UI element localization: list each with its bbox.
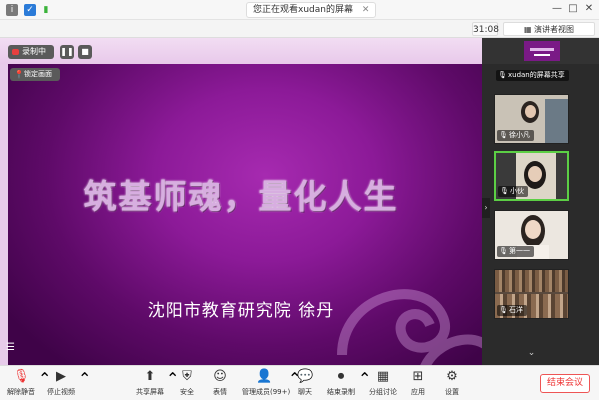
participant-name: 徐小凡 [509, 131, 530, 139]
mic-muted-icon: 🎙 [499, 247, 508, 255]
meeting-toolbar: 🎙 解除静音 ⌃ ▶ 停止视频 ⌃ ⬆ 共享屏幕 ⌃ ⛨ 安全 ☺ 表情 👤 管… [0, 365, 599, 400]
gear-icon: ⚙ [446, 369, 458, 384]
participant-name-label: 🎙 xudan的屏幕共享 [496, 70, 569, 81]
participant-tile[interactable]: 🎙 徐小凡 [494, 94, 569, 144]
maximize-icon[interactable]: □ [566, 3, 580, 14]
share-screen-button[interactable]: ⬆ 共享屏幕 [132, 369, 168, 399]
breakout-rooms-button[interactable]: ▦ 分组讨论 [366, 369, 400, 399]
settings-label: 设置 [445, 388, 459, 396]
scroll-down-icon[interactable]: ⌄ [494, 348, 569, 362]
participant-tile-active[interactable]: 🎙 小伙 [494, 151, 569, 201]
mic-muted-icon: 🎙 [498, 71, 507, 79]
pause-recording-button[interactable]: ❚❚ [60, 45, 74, 59]
participants-icon: 👤 [256, 369, 273, 384]
participant-name: xudan的屏幕共享 [508, 71, 565, 79]
signal-icon[interactable]: ▮ [40, 4, 52, 16]
security-label: 安全 [180, 388, 194, 396]
participants-label: 管理成员(99+) [242, 388, 291, 396]
chat-icon: 💬 [297, 369, 314, 384]
end-meeting-button[interactable]: 结束会议 [540, 374, 590, 393]
chat-label: 聊天 [298, 388, 312, 396]
slide-title: 筑基师魂，量化人生 [83, 177, 399, 216]
recording-indicator[interactable]: 录制中 [8, 45, 54, 59]
lock-screen-label: 锁定画面 [24, 70, 52, 78]
participant-name-label: 🎙 小伙 [498, 186, 528, 197]
shared-screen: 录制中 ❚❚ ■ 📍 锁定画面 筑基师魂，量化人生 沈阳市教育研究院 徐丹 ☰ [0, 38, 482, 365]
bookshelf-background [495, 270, 568, 292]
participant-name: 小伙 [510, 187, 524, 195]
participant-name-label: 🎙 石洋 [497, 305, 527, 316]
recording-cloud-icon [12, 49, 19, 55]
apps-button[interactable]: ⊞ 应用 [406, 369, 430, 399]
info-icon[interactable]: i [6, 4, 18, 16]
close-window-icon[interactable]: ✕ [582, 3, 596, 14]
participant-tile[interactable]: 🎙 xudan的屏幕共享 [494, 66, 569, 82]
video-options-chevron-icon[interactable]: ⌃ [78, 369, 91, 388]
participant-face [525, 105, 536, 118]
participants-button[interactable]: 👤 管理成员(99+) [242, 369, 291, 399]
pin-icon: 📍 [14, 70, 24, 79]
screen-share-thumbnail [524, 41, 560, 61]
apps-icon: ⊞ [412, 369, 424, 384]
participant-name: 石洋 [509, 306, 523, 314]
stop-recording-label: 结束录制 [327, 388, 355, 396]
participant-face [525, 220, 541, 239]
collapse-gallery-icon[interactable]: › [482, 198, 490, 218]
participant-tile[interactable]: 🎙 第一一 [494, 210, 569, 260]
speaker-view-label: 演讲者视图 [534, 25, 575, 34]
mic-muted-icon: 🎙 [499, 306, 508, 314]
apps-label: 应用 [411, 388, 425, 396]
speaker-view-button[interactable]: ▦ 演讲者视图 [503, 22, 595, 36]
slide-subtitle: 沈阳市教育研究院 徐丹 [147, 301, 335, 321]
unmute-label: 解除静音 [7, 388, 35, 396]
stop-video-label: 停止视频 [47, 388, 75, 396]
stop-recording-toolbar-button[interactable]: ⏺ 结束录制 [324, 369, 358, 399]
share-screen-label: 共享屏幕 [136, 388, 164, 396]
breakout-rooms-icon: ▦ [376, 369, 390, 384]
meeting-subbar: 31:08 ▦ 演讲者视图 [0, 20, 599, 38]
reactions-icon: ☺ [213, 369, 227, 384]
background-object [545, 99, 568, 143]
slide-panel-toggle-icon[interactable]: ☰ [6, 342, 22, 358]
close-share-title-icon[interactable]: ✕ [362, 5, 370, 15]
window-titlebar: i ✓ ▮ 您正在观看xudan的屏幕 ✕ — □ ✕ [0, 0, 599, 20]
participant-name-label: 🎙 第一一 [497, 246, 534, 257]
minimize-icon[interactable]: — [550, 3, 564, 14]
grid-icon: ▦ [523, 25, 535, 34]
gallery-top-bar [482, 38, 599, 64]
settings-button[interactable]: ⚙ 设置 [440, 369, 464, 399]
video-camera-icon: ▶ [56, 369, 66, 384]
breakout-rooms-label: 分组讨论 [369, 388, 397, 396]
unmute-button[interactable]: 🎙 解除静音 [4, 369, 38, 399]
participant-name: 第一一 [509, 247, 530, 255]
mic-muted-icon: 🎙 [500, 187, 509, 195]
lock-screen-button[interactable]: 📍 锁定画面 [10, 68, 60, 81]
participant-gallery: › 🎙 xudan的屏幕共享 🎙 徐小凡 🎙 小伙 🎙 第一一 🎙 石洋 ⌄ [482, 38, 599, 365]
participant-face [528, 166, 542, 182]
recording-label: 录制中 [22, 47, 46, 56]
screen-share-title-text: 您正在观看xudan的屏幕 [253, 5, 353, 15]
participant-name-label: 🎙 徐小凡 [497, 130, 534, 141]
reactions-button[interactable]: ☺ 表情 [208, 369, 232, 399]
security-shield-icon: ⛨ [182, 369, 192, 384]
shield-icon[interactable]: ✓ [24, 4, 36, 16]
record-icon: ⏺ [337, 369, 345, 384]
stop-video-button[interactable]: ▶ 停止视频 [44, 369, 78, 399]
meeting-timer: 31:08 [472, 22, 499, 36]
mic-muted-icon: 🎙 [13, 369, 30, 384]
participant-tile[interactable]: 🎙 石洋 [494, 269, 569, 319]
stop-recording-button[interactable]: ■ [78, 45, 92, 59]
screen-share-title: 您正在观看xudan的屏幕 ✕ [246, 2, 377, 18]
chat-button[interactable]: 💬 聊天 [294, 369, 316, 399]
share-screen-icon: ⬆ [144, 369, 156, 384]
mic-muted-icon: 🎙 [499, 131, 508, 139]
reactions-label: 表情 [213, 388, 227, 396]
security-button[interactable]: ⛨ 安全 [176, 369, 198, 399]
